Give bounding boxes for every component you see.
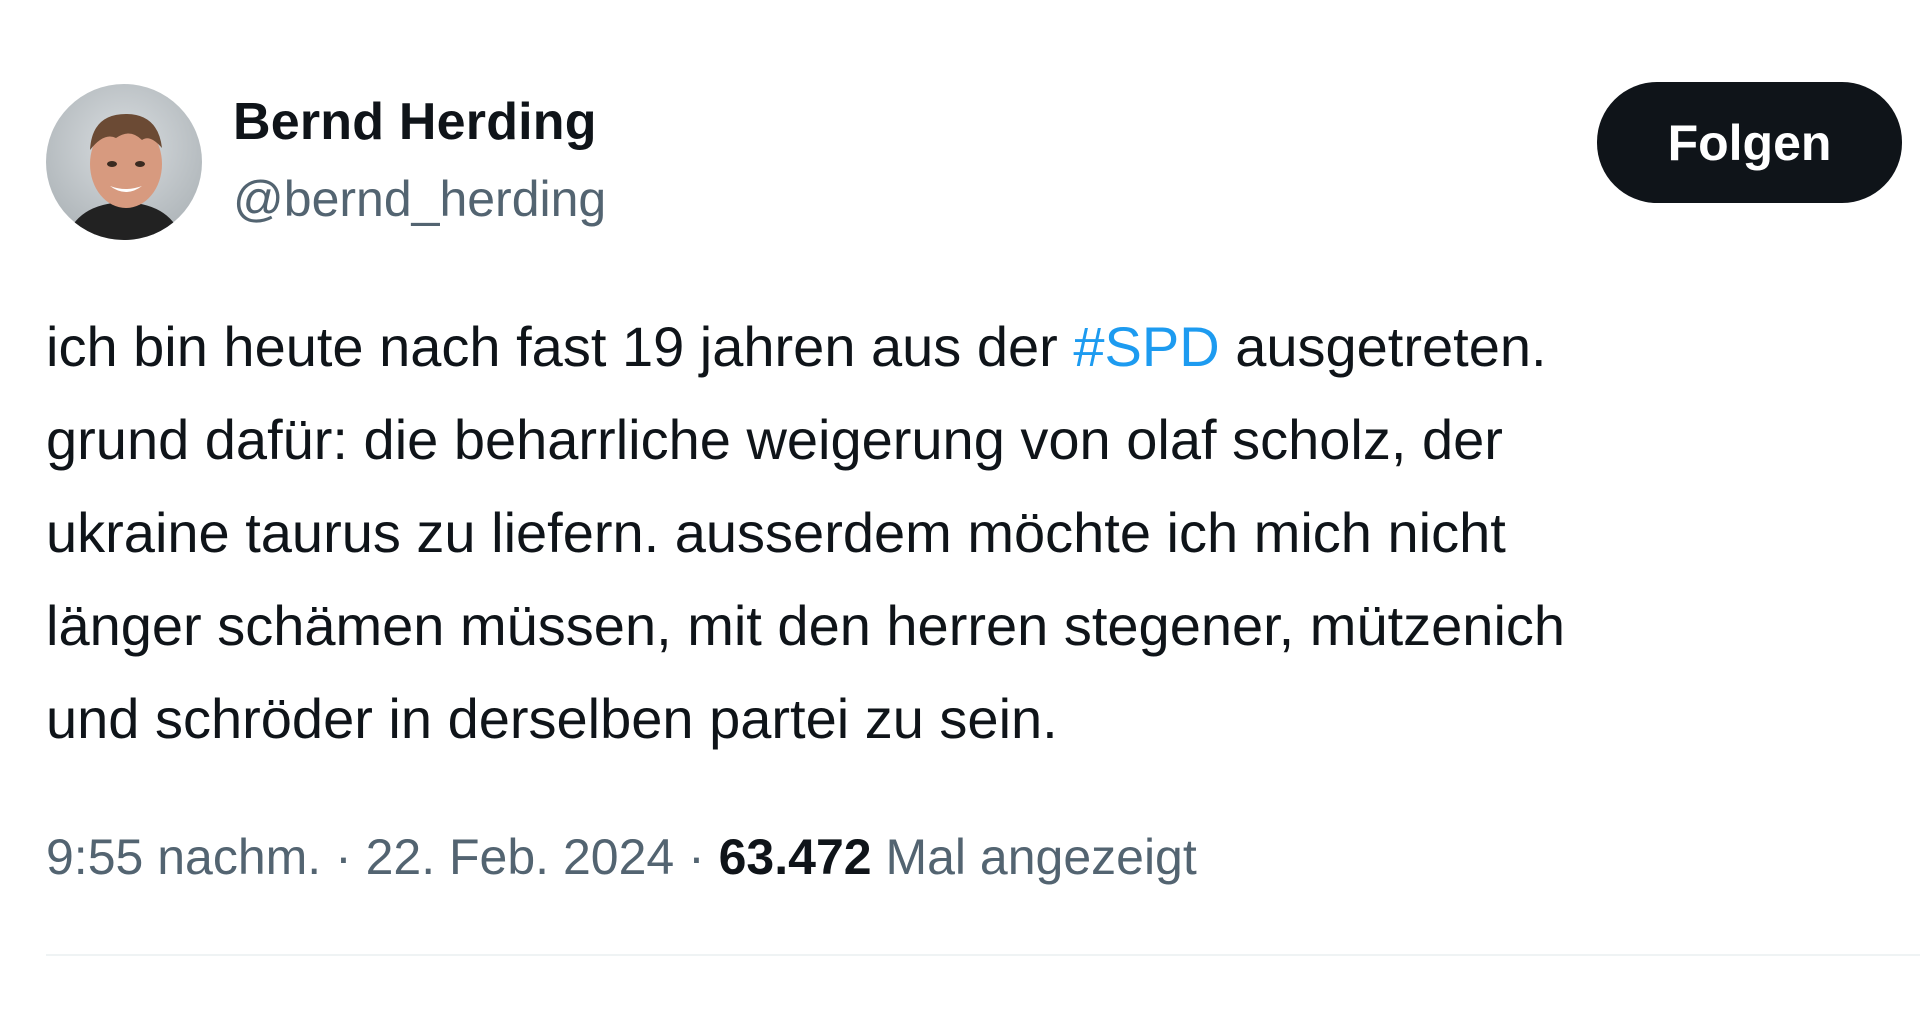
meta-separator: · [321, 829, 366, 885]
profile-photo-icon [46, 84, 202, 240]
tweet-card: Bernd Herding @bernd_herding Folgen ich … [0, 0, 1920, 1012]
tweet-metadata: 9:55 nachm. · 22. Feb. 2024 · 63.472 Mal… [46, 828, 1197, 886]
tweet-line-4: länger schämen müssen, mit den herren st… [46, 594, 1566, 657]
tweet-line-1: ich bin heute nach fast 19 jahren aus de… [46, 300, 1906, 393]
tweet-line-5: und schröder in derselben partei zu sein… [46, 687, 1058, 750]
hashtag-link[interactable]: #SPD [1073, 315, 1219, 378]
tweet-time-link[interactable]: 9:55 nachm. [46, 829, 321, 885]
tweet-date-link[interactable]: 22. Feb. 2024 [366, 829, 675, 885]
tweet-line-2: grund dafür: die beharrliche weigerung v… [46, 408, 1503, 471]
tweet-text: ich bin heute nach fast 19 jahren aus de… [46, 300, 1906, 765]
views-count: 63.472 [718, 829, 872, 885]
meta-separator: · [674, 829, 719, 885]
tweet-text-segment: ich bin heute nach fast 19 jahren aus de… [46, 315, 1074, 378]
author-handle[interactable]: @bernd_herding [233, 170, 606, 228]
avatar[interactable] [46, 84, 202, 240]
tweet-line-3: ukraine taurus zu liefern. ausserdem möc… [46, 501, 1506, 564]
follow-button[interactable]: Folgen [1597, 82, 1902, 203]
divider [46, 954, 1920, 956]
author-name[interactable]: Bernd Herding [233, 92, 597, 152]
views-label: Mal angezeigt [871, 829, 1197, 885]
tweet-text-segment: ausgetreten. [1219, 315, 1547, 378]
